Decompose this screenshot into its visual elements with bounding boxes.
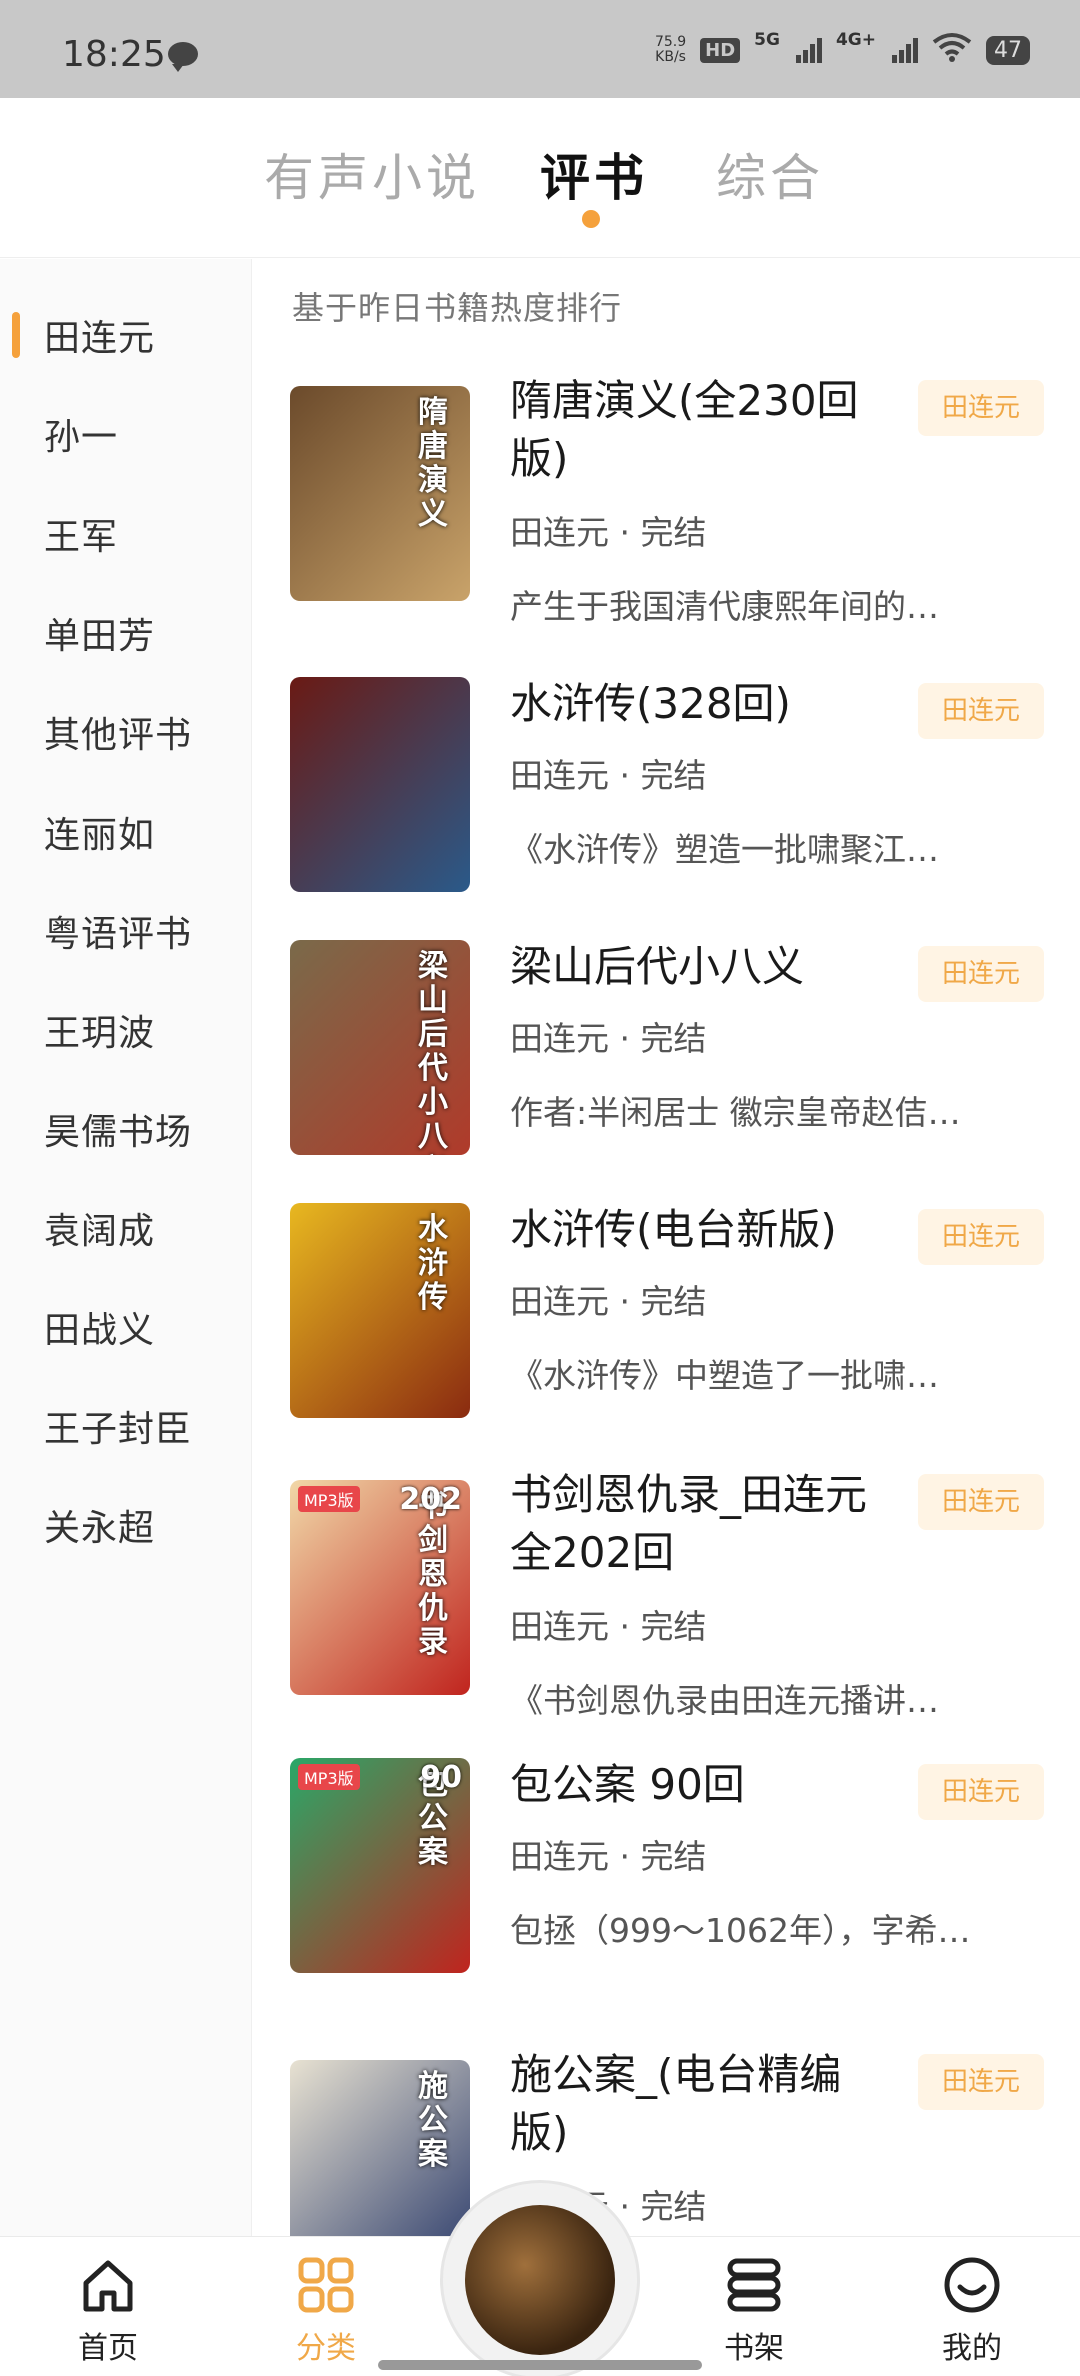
book-description: 产生于我国清代康熙年间的… <box>510 587 939 626</box>
sidebar-item-other-pingshu[interactable]: 其他评书 <box>44 706 192 758</box>
narrator-tag[interactable]: 田连元 <box>918 1764 1044 1820</box>
gesture-home-bar[interactable] <box>378 2360 702 2370</box>
nav-bookshelf-label: 书架 <box>724 2331 784 2366</box>
sidebar-selected-indicator <box>12 312 20 358</box>
book-meta: 田连元 · 完结 <box>510 1019 707 1058</box>
book-meta: 田连元 · 完结 <box>510 1282 707 1321</box>
book-meta: 田连元 · 完结 <box>510 513 707 552</box>
book-meta: 田连元 · 完结 <box>510 1837 707 1876</box>
sidebar-item-guanyongchao[interactable]: 关永超 <box>44 1499 155 1551</box>
narrator-tag[interactable]: 田连元 <box>918 946 1044 1002</box>
status-indicators: 75.9 KB/s HD 5G 4G+ 47 <box>655 30 1030 70</box>
sidebar-item-yuankuocheng[interactable]: 袁阔成 <box>44 1202 155 1254</box>
book-description: 《书剑恩仇录由田连元播讲… <box>510 1681 939 1720</box>
narrator-tag[interactable]: 田连元 <box>918 1209 1044 1265</box>
book-cover-title: 梁山后代小八义 <box>418 949 448 1156</box>
book-meta: 田连元 · 完结 <box>510 756 707 795</box>
message-notification-icon <box>168 42 198 72</box>
sidebar-item-shantianfang[interactable]: 单田芳 <box>44 607 155 659</box>
net-speed: 75.9 KB/s <box>654 34 687 65</box>
sidebar-item-wangzifengchen[interactable]: 王子封臣 <box>44 1400 192 1452</box>
network-4g-label: 4G+ <box>835 30 876 50</box>
book-cover[interactable] <box>290 677 470 892</box>
sidebar-item-lianliru[interactable]: 连丽如 <box>44 806 155 858</box>
book-cover-number: 90 <box>420 1760 462 1795</box>
book-title[interactable]: 水浒传(电台新版) <box>510 1201 890 1259</box>
signal-5g-icon <box>795 37 822 63</box>
book-cover[interactable]: 书剑恩仇录 MP3版 202 <box>290 1480 470 1695</box>
book-cover-badge: MP3版 <box>298 1486 360 1512</box>
now-playing-cover <box>465 2205 615 2355</box>
tab-pingshu[interactable]: 评书 <box>540 138 648 210</box>
narrator-tag[interactable]: 田连元 <box>918 1474 1044 1530</box>
sidebar-item-tianlianyuan[interactable]: 田连元 <box>44 309 155 361</box>
category-tabs: 有声小说 评书 综合 <box>0 98 1080 258</box>
sidebar-item-wangjun[interactable]: 王军 <box>44 508 118 560</box>
nav-category-label: 分类 <box>296 2331 356 2366</box>
nav-home[interactable]: 首页 <box>38 2237 178 2376</box>
book-cover-title: 水浒传 <box>418 1212 448 1315</box>
book-description: 《水浒传》中塑造了一批啸… <box>510 1356 939 1395</box>
book-cover[interactable]: 水浒传 <box>290 1203 470 1418</box>
book-cover-title: 施公案 <box>418 2069 448 2172</box>
book-description: 作者:半闲居士 徽宗皇帝赵佶… <box>510 1093 961 1132</box>
battery-icon: 47 <box>986 35 1030 65</box>
book-title[interactable]: 书剑恩仇录_田连元 全202回 <box>510 1466 890 1582</box>
status-time: 18:25 <box>62 34 166 75</box>
status-bar: 18:25 75.9 KB/s HD 5G 4G+ 47 <box>0 0 1080 98</box>
narrator-tag[interactable]: 田连元 <box>918 2054 1044 2110</box>
nav-profile-label: 我的 <box>942 2331 1002 2366</box>
tab-comprehensive[interactable]: 综合 <box>716 138 824 210</box>
book-title[interactable]: 施公案_(电台精编版) <box>510 2046 890 2162</box>
bookshelf-icon <box>727 2258 781 2312</box>
nav-bookshelf[interactable]: 书架 <box>684 2237 824 2376</box>
sidebar-item-wangyuebo[interactable]: 王玥波 <box>44 1004 155 1056</box>
now-playing-disc[interactable] <box>440 2180 640 2376</box>
book-cover-title: 隋唐演义 <box>418 395 448 532</box>
nav-profile[interactable]: 我的 <box>902 2237 1042 2376</box>
home-icon <box>83 2260 133 2312</box>
narrator-tag[interactable]: 田连元 <box>918 380 1044 436</box>
tab-audio-novel[interactable]: 有声小说 <box>264 138 480 210</box>
book-cover[interactable]: 隋唐演义 <box>290 386 470 601</box>
book-cover[interactable]: 包公案 MP3版 90 <box>290 1758 470 1973</box>
ranking-note: 基于昨日书籍热度排行 <box>292 289 623 327</box>
sidebar-item-haoru-shuchang[interactable]: 昊儒书场 <box>44 1103 192 1155</box>
nav-category[interactable]: 分类 <box>256 2237 396 2376</box>
hd-voice-badge: HD <box>700 37 741 63</box>
book-cover-number: 202 <box>399 1482 462 1517</box>
profile-smile-icon <box>944 2257 1000 2313</box>
wifi-icon <box>932 32 972 68</box>
network-5g-label: 5G <box>754 30 780 50</box>
sidebar-item-cantonese-pingshu[interactable]: 粤语评书 <box>44 905 192 957</box>
book-cover-badge: MP3版 <box>298 1764 360 1790</box>
sidebar-item-sunyi[interactable]: 孙一 <box>44 408 118 460</box>
narrator-tag[interactable]: 田连元 <box>918 683 1044 739</box>
book-title[interactable]: 包公案 90回 <box>510 1756 890 1814</box>
book-meta: 田连元 · 完结 <box>510 1607 707 1646</box>
book-cover[interactable]: 梁山后代小八义 <box>290 940 470 1155</box>
nav-home-label: 首页 <box>78 2331 138 2366</box>
signal-4g-icon <box>892 37 918 63</box>
book-title[interactable]: 隋唐演义(全230回版) <box>510 372 890 488</box>
sidebar-item-tianzhanyi[interactable]: 田战义 <box>44 1301 155 1353</box>
book-title[interactable]: 梁山后代小八义 <box>510 938 890 996</box>
category-grid-icon <box>298 2257 354 2313</box>
book-description: 包拯（999～1062年），字希… <box>510 1911 971 1950</box>
book-description: 《水浒传》塑造一批啸聚江… <box>510 830 939 869</box>
book-title[interactable]: 水浒传(328回) <box>510 675 890 733</box>
narrator-sidebar: 田连元 孙一 王军 单田芳 其他评书 连丽如 粤语评书 王玥波 昊儒书场 袁阔成… <box>0 259 252 2236</box>
active-tab-indicator <box>582 210 600 228</box>
